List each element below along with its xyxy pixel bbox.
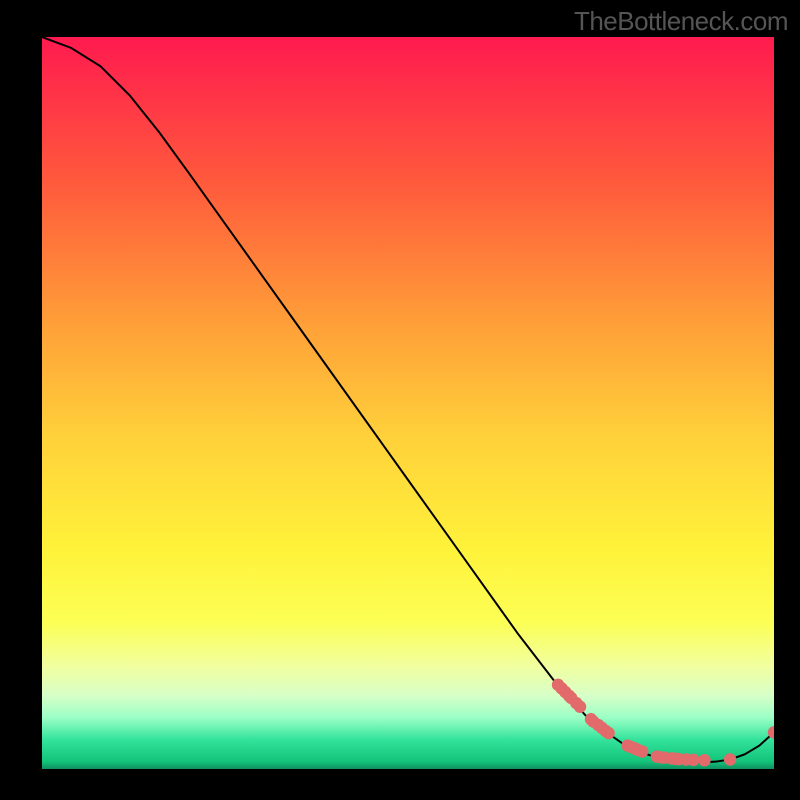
scatter-point [636, 745, 648, 757]
scatter-point [574, 701, 586, 713]
scatter-point [698, 754, 710, 766]
chart-plot-layer [42, 37, 774, 769]
watermark-text: TheBottleneck.com [574, 6, 788, 37]
chart-area [42, 37, 774, 769]
chart-scatter-points [552, 679, 774, 767]
chart-curve [42, 37, 774, 762]
scatter-point [687, 754, 699, 766]
scatter-point [602, 727, 614, 739]
scatter-point [724, 753, 736, 765]
